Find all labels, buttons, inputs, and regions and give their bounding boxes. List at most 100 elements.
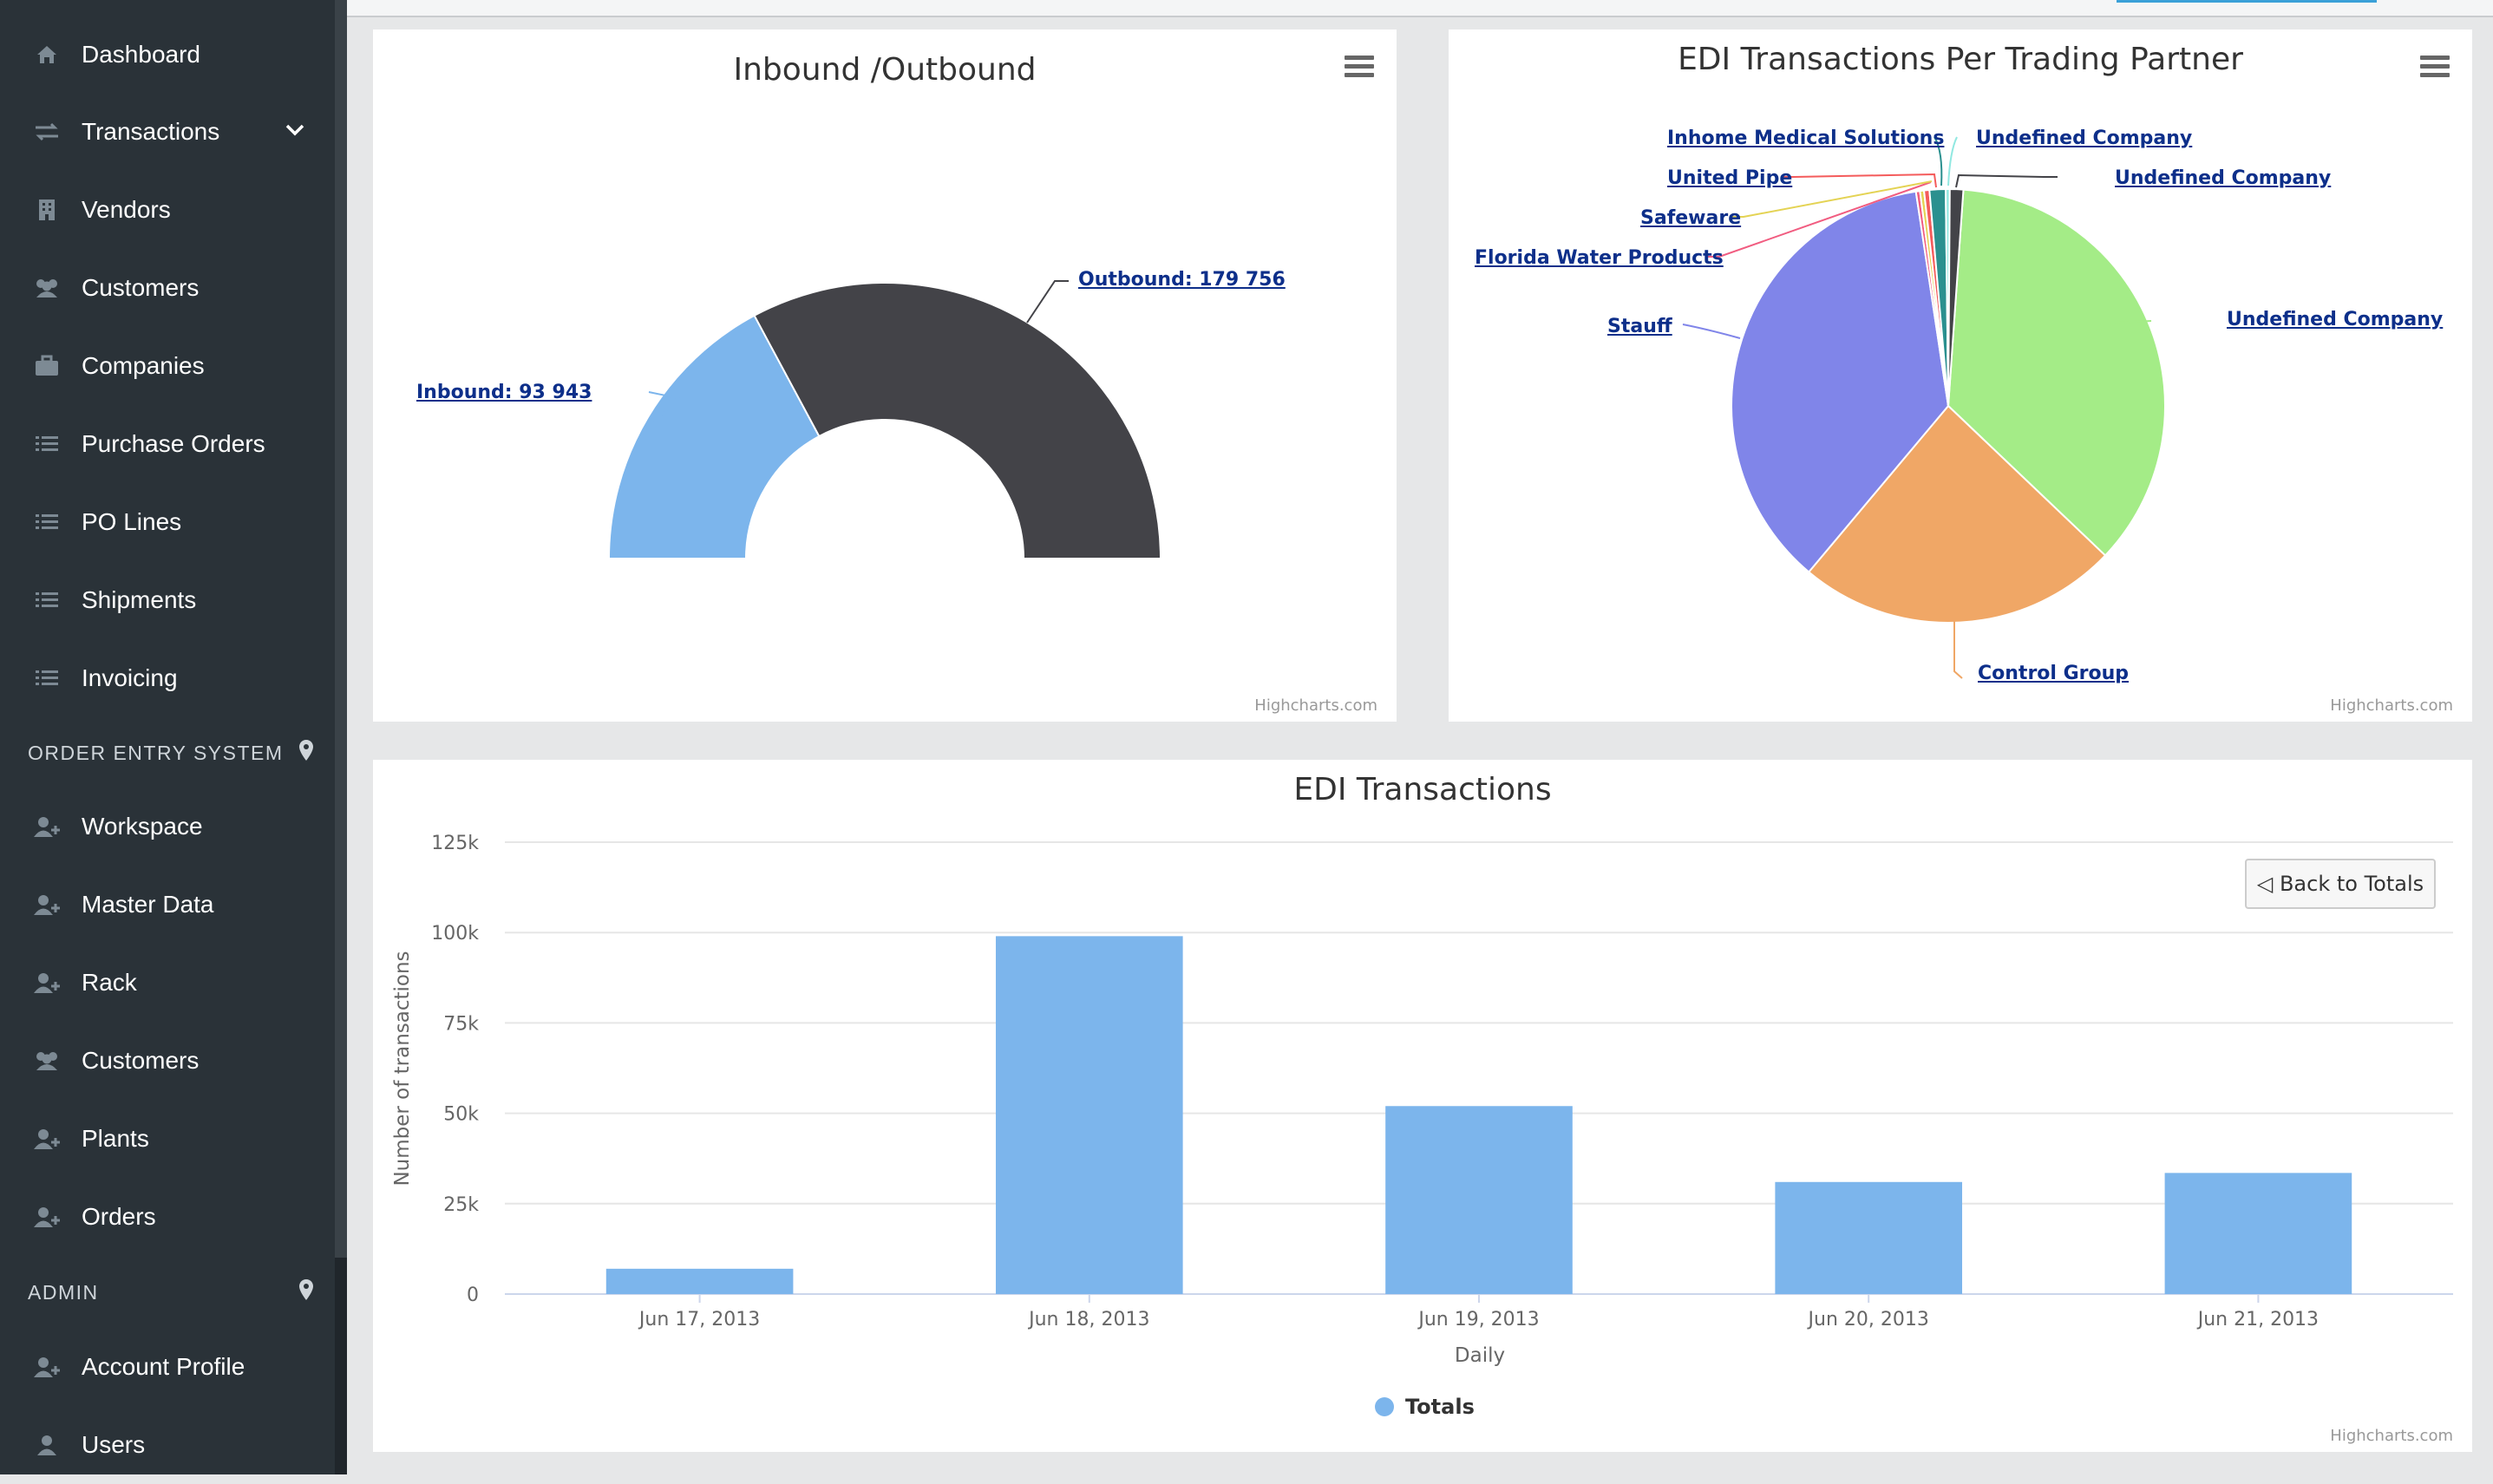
pie-label-control-group[interactable]: Control Group — [1978, 663, 2129, 684]
sidebar-item-orders[interactable]: Orders — [0, 1178, 335, 1256]
semi-donut-chart — [607, 280, 1162, 559]
x-tick-label: Jun 18, 2013 — [1027, 1309, 1149, 1330]
outbound-data-label[interactable]: Outbound: 179 756 — [1078, 269, 1286, 291]
sidebar-item-oe-customers[interactable]: Customers — [0, 1022, 335, 1100]
sidebar-item-master-data[interactable]: Master Data — [0, 866, 335, 944]
sidebar-item-transactions[interactable]: Transactions — [0, 93, 335, 171]
bar-chart: Jun 17, 2013 Jun 18, 2013 Jun 19, 2013 Jun … — [391, 833, 2453, 1419]
pie-label-florida-water-products[interactable]: Florida Water Products — [1475, 247, 1724, 269]
user-plus-icon — [33, 1203, 61, 1231]
sidebar-item-label: Companies — [82, 352, 205, 379]
bar-jun-17-2013[interactable] — [605, 1268, 794, 1294]
legend-label: Totals — [1405, 1395, 1475, 1419]
y-tick-label: 125k — [431, 833, 479, 854]
user-plus-icon — [33, 1125, 61, 1153]
user-icon — [33, 1431, 61, 1459]
sidebar-item-companies[interactable]: Companies — [0, 327, 335, 405]
section-title: ADMIN — [28, 1280, 99, 1304]
connector-stauff — [1682, 324, 1741, 339]
sidebar-item-rack[interactable]: Rack — [0, 944, 335, 1022]
section-admin: ADMIN — [28, 1275, 314, 1310]
pie-label-undefined-company-dark[interactable]: Undefined Company — [2115, 167, 2331, 189]
user-plus-icon — [33, 969, 61, 997]
building-icon — [33, 196, 61, 224]
sidebar: Dashboard Transactions Vendors Customers… — [0, 0, 347, 1474]
bar-jun-20-2013[interactable] — [1775, 1181, 1963, 1294]
map-marker-icon[interactable] — [298, 1278, 314, 1306]
sidebar-item-workspace[interactable]: Workspace — [0, 788, 335, 866]
connector-undefined-company-2 — [1947, 136, 1958, 186]
sidebar-item-label: Invoicing — [82, 664, 178, 691]
sidebar-item-customers[interactable]: Customers — [0, 249, 335, 327]
bar-jun-18-2013[interactable] — [995, 936, 1183, 1294]
connector-control-group — [1953, 619, 1963, 679]
user-plus-icon — [33, 891, 61, 919]
list-icon — [33, 430, 61, 458]
chevron-down-icon[interactable] — [285, 123, 305, 141]
x-tick-label: Jun 20, 2013 — [1807, 1309, 1929, 1330]
sidebar-item-label: Account Profile — [82, 1353, 245, 1380]
back-to-totals-button[interactable]: ◁ Back to Totals — [2245, 859, 2436, 909]
x-tick-label: Jun 19, 2013 — [1417, 1309, 1539, 1330]
sidebar-scrollbar[interactable] — [335, 0, 347, 1258]
sidebar-item-dashboard[interactable]: Dashboard — [0, 16, 335, 94]
highcharts-credits[interactable]: Highcharts.com — [1254, 696, 1377, 715]
inbound-data-label[interactable]: Inbound: 93 943 — [416, 382, 592, 403]
x-tick-label: Jun 17, 2013 — [638, 1309, 760, 1330]
sidebar-item-vendors[interactable]: Vendors — [0, 171, 335, 249]
x-tick-label: Jun 21, 2013 — [2196, 1309, 2319, 1330]
list-icon — [33, 664, 61, 692]
pie-label-safeware[interactable]: Safeware — [1640, 207, 1741, 229]
sidebar-item-label: Customers — [82, 274, 200, 301]
sidebar-item-shipments[interactable]: Shipments — [0, 561, 335, 639]
sidebar-item-label: Plants — [82, 1125, 149, 1152]
sidebar-item-label: Transactions — [82, 118, 220, 145]
user-plus-icon — [33, 1353, 61, 1381]
sidebar-item-label: Purchase Orders — [82, 430, 265, 457]
list-icon — [33, 508, 61, 536]
connector-undefined-company-3 — [1955, 173, 2058, 188]
sidebar-item-users[interactable]: Users — [0, 1406, 335, 1484]
sidebar-item-label: Master Data — [82, 891, 214, 918]
bar-jun-19-2013[interactable] — [1385, 1106, 1573, 1294]
x-axis-title: Daily — [1455, 1344, 1505, 1367]
y-tick-label: 25k — [443, 1194, 479, 1216]
section-order-entry-system: ORDER ENTRY SYSTEM — [28, 735, 314, 770]
pie-label-undefined-company-large[interactable]: Undefined Company — [2227, 309, 2443, 330]
sidebar-item-label: Customers — [82, 1047, 200, 1074]
sidebar-item-label: Dashboard — [82, 41, 200, 68]
sidebar-item-label: Rack — [82, 969, 137, 996]
y-tick-label: 50k — [443, 1104, 479, 1126]
sidebar-item-plants[interactable]: Plants — [0, 1100, 335, 1178]
list-icon — [33, 586, 61, 614]
sidebar-item-purchase-orders[interactable]: Purchase Orders — [0, 405, 335, 483]
briefcase-icon — [33, 352, 61, 380]
map-marker-icon[interactable] — [298, 739, 314, 767]
semi-donut-slice-outbound[interactable] — [753, 282, 1162, 559]
sidebar-item-label: Shipments — [82, 586, 197, 613]
highcharts-credits[interactable]: Highcharts.com — [2330, 696, 2453, 715]
sidebar-item-label: PO Lines — [82, 508, 182, 535]
sidebar-item-label: Users — [82, 1431, 146, 1458]
pie-label-inhome-medical[interactable]: Inhome Medical Solutions — [1667, 127, 1944, 149]
y-axis-title: Number of transactions — [391, 951, 414, 1186]
users-icon — [33, 1047, 61, 1075]
sidebar-item-account-profile[interactable]: Account Profile — [0, 1328, 335, 1406]
home-icon — [33, 41, 61, 69]
y-tick-label: 100k — [431, 923, 479, 945]
sidebar-item-label: Orders — [82, 1203, 156, 1230]
legend-item-totals[interactable]: Totals — [1375, 1395, 1475, 1419]
y-tick-label: 75k — [443, 1013, 479, 1035]
bar-jun-21-2013[interactable] — [2164, 1173, 2352, 1294]
top-bar — [347, 0, 2493, 17]
pie-label-united-pipe[interactable]: United Pipe — [1667, 167, 1792, 189]
pie-chart — [1682, 136, 2166, 679]
legend-symbol — [1375, 1397, 1394, 1416]
top-bar-accent — [2117, 0, 2377, 3]
pie-label-undefined-company-small[interactable]: Undefined Company — [1976, 127, 2192, 149]
section-title: ORDER ENTRY SYSTEM — [28, 741, 284, 764]
sidebar-item-label: Workspace — [82, 813, 203, 840]
sidebar-item-po-lines[interactable]: PO Lines — [0, 483, 335, 561]
sidebar-item-invoicing[interactable]: Invoicing — [0, 639, 335, 717]
pie-label-stauff[interactable]: Stauff — [1607, 316, 1672, 337]
